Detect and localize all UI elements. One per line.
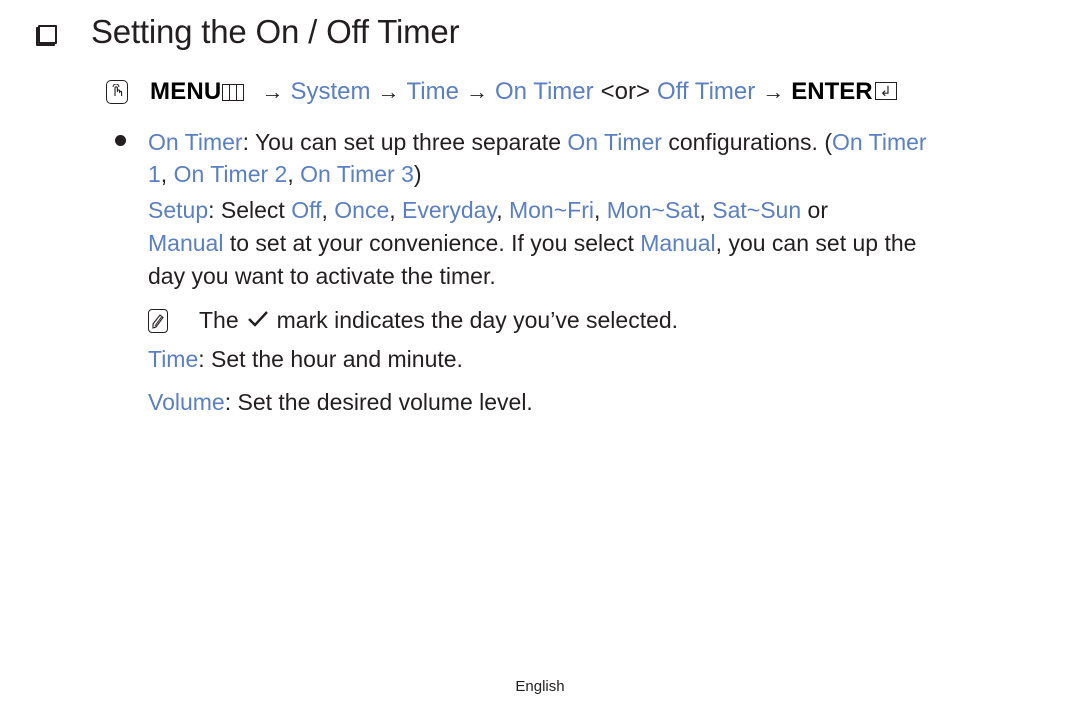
time-line: Time: Set the hour and minute. [148, 343, 463, 376]
bullet-icon [115, 135, 126, 146]
menu-label: MENU [150, 78, 222, 105]
footer-language: English [515, 678, 565, 695]
term-on-timer: On Timer [567, 129, 662, 155]
option-off: Off [291, 197, 322, 223]
text: ) [413, 161, 422, 187]
option-everyday: Everyday [402, 197, 497, 223]
om-hand-icon [106, 80, 128, 104]
note-pencil-icon [148, 308, 168, 333]
term-on-timer: On Timer [148, 129, 243, 155]
term-volume: Volume [148, 389, 225, 415]
text: : You can set up three separate [242, 129, 568, 155]
text: , you can set up the [715, 230, 917, 256]
separator: , [160, 161, 174, 187]
term-on-timer-2: On Timer 2 [173, 161, 288, 187]
term-on-timer-1-suffix: 1 [148, 161, 161, 187]
text: : Set the hour and minute. [198, 346, 463, 372]
or-label: <or> [600, 78, 650, 105]
arrow-icon: → [377, 79, 400, 104]
option-mon-fri: Mon~Fri [508, 197, 594, 223]
on-timer-line-2: 1, On Timer 2, On Timer 3) [148, 158, 422, 191]
separator: , [496, 197, 509, 223]
menu-grid-icon [222, 83, 245, 101]
on-timer-line-1: On Timer: You can set up three separate … [148, 126, 927, 159]
separator: , [321, 197, 335, 223]
option-once: Once [334, 197, 390, 223]
separator: , [287, 161, 301, 187]
enter-label: ENTER [791, 78, 873, 105]
checkbox-square-icon [38, 24, 57, 44]
text: : Select [208, 197, 292, 223]
text: : Set the desired volume level. [224, 389, 533, 415]
separator: , [593, 197, 607, 223]
term-on-timer: On Timer [831, 129, 927, 155]
setup-line-1: Setup: Select Off, Once, Everyday, Mon~F… [148, 194, 828, 227]
arrow-icon: → [762, 79, 785, 104]
term-time: Time [148, 346, 199, 372]
term-on-timer-3: On Timer 3 [300, 161, 414, 187]
arrow-icon: → [261, 79, 284, 104]
option-manual: Manual [640, 230, 716, 256]
enter-return-icon: ↲ [874, 82, 897, 100]
menu-item-system: System [290, 78, 371, 105]
menu-path: MENU → System → Time → On Timer <or> Off… [106, 74, 897, 110]
note: The mark indicates the day you’ve select… [148, 304, 678, 337]
section-heading: Setting the On / Off Timer [28, 10, 460, 54]
volume-line: Volume: Set the desired volume level. [148, 386, 533, 419]
setup-line-2: Manual to set at your convenience. If yo… [148, 227, 916, 260]
page-title: Setting the On / Off Timer [91, 13, 460, 50]
note-text-1: The [199, 307, 239, 333]
arrow-icon: → [465, 79, 488, 104]
checkmark-icon [247, 304, 269, 337]
setup-line-3: day you want to activate the timer. [148, 263, 496, 289]
menu-item-time: Time [406, 78, 459, 105]
option-mon-sat: Mon~Sat [606, 197, 700, 223]
menu-item-on-timer: On Timer [494, 78, 594, 105]
text: to set at your convenience. If you selec… [223, 230, 641, 256]
text: or [801, 197, 828, 223]
option-manual: Manual [148, 230, 224, 256]
term-setup: Setup [148, 197, 209, 223]
separator: , [389, 197, 403, 223]
note-text-2: mark indicates the day you’ve selected. [276, 307, 679, 333]
separator: , [699, 197, 713, 223]
menu-item-off-timer: Off Timer [657, 78, 756, 105]
option-sat-sun: Sat~Sun [712, 197, 802, 223]
text: configurations. ( [661, 129, 832, 155]
